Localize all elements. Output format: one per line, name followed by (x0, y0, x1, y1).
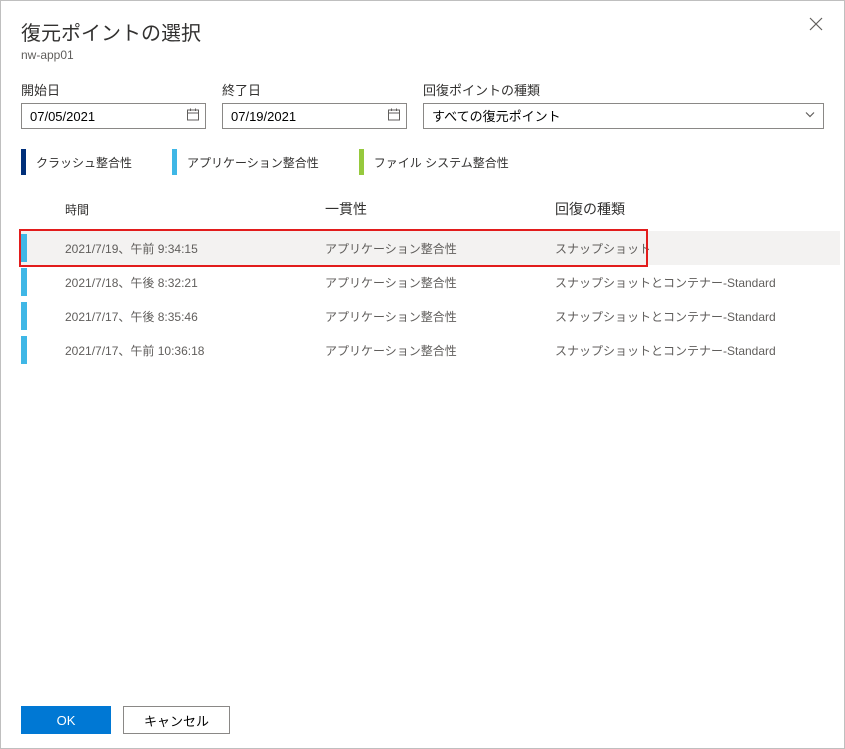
recovery-type-field: 回復ポイントの種類 すべての復元ポイント (423, 80, 824, 129)
start-date-input[interactable] (21, 103, 206, 129)
cell-recovery-type: スナップショットとコンテナー-Standard (555, 308, 840, 325)
end-date-label: 終了日 (222, 80, 407, 99)
legend-fs-label: ファイル システム整合性 (374, 154, 509, 171)
cell-time: 2021/7/17、午前 10:36:18 (45, 342, 325, 359)
row-consistency-bar (21, 234, 27, 262)
cell-recovery-type: スナップショットとコンテナー-Standard (555, 342, 840, 359)
cell-consistency: アプリケーション整合性 (325, 240, 555, 257)
close-button[interactable] (804, 15, 828, 39)
cell-consistency: アプリケーション整合性 (325, 342, 555, 359)
cell-consistency: アプリケーション整合性 (325, 274, 555, 291)
cell-time: 2021/7/17、午後 8:35:46 (45, 308, 325, 325)
restore-point-dialog: 復元ポイントの選択 nw-app01 開始日 終了日 (0, 0, 845, 749)
close-icon (809, 17, 823, 31)
legend-app-label: アプリケーション整合性 (187, 154, 319, 171)
start-date-field: 開始日 (21, 80, 206, 129)
table-header: 時間 一貫性 回復の種類 (21, 195, 840, 223)
dialog-header: 復元ポイントの選択 nw-app01 (1, 1, 844, 70)
recovery-type-label: 回復ポイントの種類 (423, 80, 824, 99)
cell-time: 2021/7/18、午後 8:32:21 (45, 274, 325, 291)
legend-crash-label: クラッシュ整合性 (36, 154, 132, 171)
table-row[interactable]: 2021/7/17、午後 8:35:46アプリケーション整合性スナップショットと… (21, 299, 840, 333)
cell-recovery-type: スナップショットとコンテナー-Standard (555, 274, 840, 291)
legend: クラッシュ整合性 アプリケーション整合性 ファイル システム整合性 (1, 143, 844, 195)
restore-points-table: 時間 一貫性 回復の種類 2021/7/19、午前 9:34:15アプリケーショ… (1, 195, 844, 694)
table-row[interactable]: 2021/7/19、午前 9:34:15アプリケーション整合性スナップショット (21, 231, 840, 265)
dialog-subtitle: nw-app01 (21, 48, 824, 62)
col-recovery-type: 回復の種類 (555, 199, 840, 219)
end-date-field: 終了日 (222, 80, 407, 129)
table-row[interactable]: 2021/7/17、午前 10:36:18アプリケーション整合性スナップショット… (21, 333, 840, 367)
legend-fs: ファイル システム整合性 (359, 149, 509, 175)
col-consistency: 一貫性 (325, 199, 555, 219)
dialog-title: 復元ポイントの選択 (21, 17, 824, 46)
legend-app: アプリケーション整合性 (172, 149, 319, 175)
legend-crash-bar (21, 149, 26, 175)
cell-time: 2021/7/19、午前 9:34:15 (45, 240, 325, 257)
filter-bar: 開始日 終了日 回復ポイントの種類 すべての復元ポイント (1, 70, 844, 143)
table-row[interactable]: 2021/7/18、午後 8:32:21アプリケーション整合性スナップショットと… (21, 265, 840, 299)
row-consistency-bar (21, 302, 27, 330)
recovery-type-select[interactable]: すべての復元ポイント (423, 103, 824, 129)
legend-fs-bar (359, 149, 364, 175)
ok-button[interactable]: OK (21, 706, 111, 734)
legend-app-bar (172, 149, 177, 175)
end-date-input[interactable] (222, 103, 407, 129)
legend-crash: クラッシュ整合性 (21, 149, 132, 175)
col-time: 時間 (45, 201, 325, 218)
start-date-label: 開始日 (21, 80, 206, 99)
cell-recovery-type: スナップショット (555, 240, 840, 257)
cancel-button[interactable]: キャンセル (123, 706, 230, 734)
dialog-footer: OK キャンセル (1, 694, 844, 748)
row-consistency-bar (21, 268, 27, 296)
row-consistency-bar (21, 336, 27, 364)
cell-consistency: アプリケーション整合性 (325, 308, 555, 325)
